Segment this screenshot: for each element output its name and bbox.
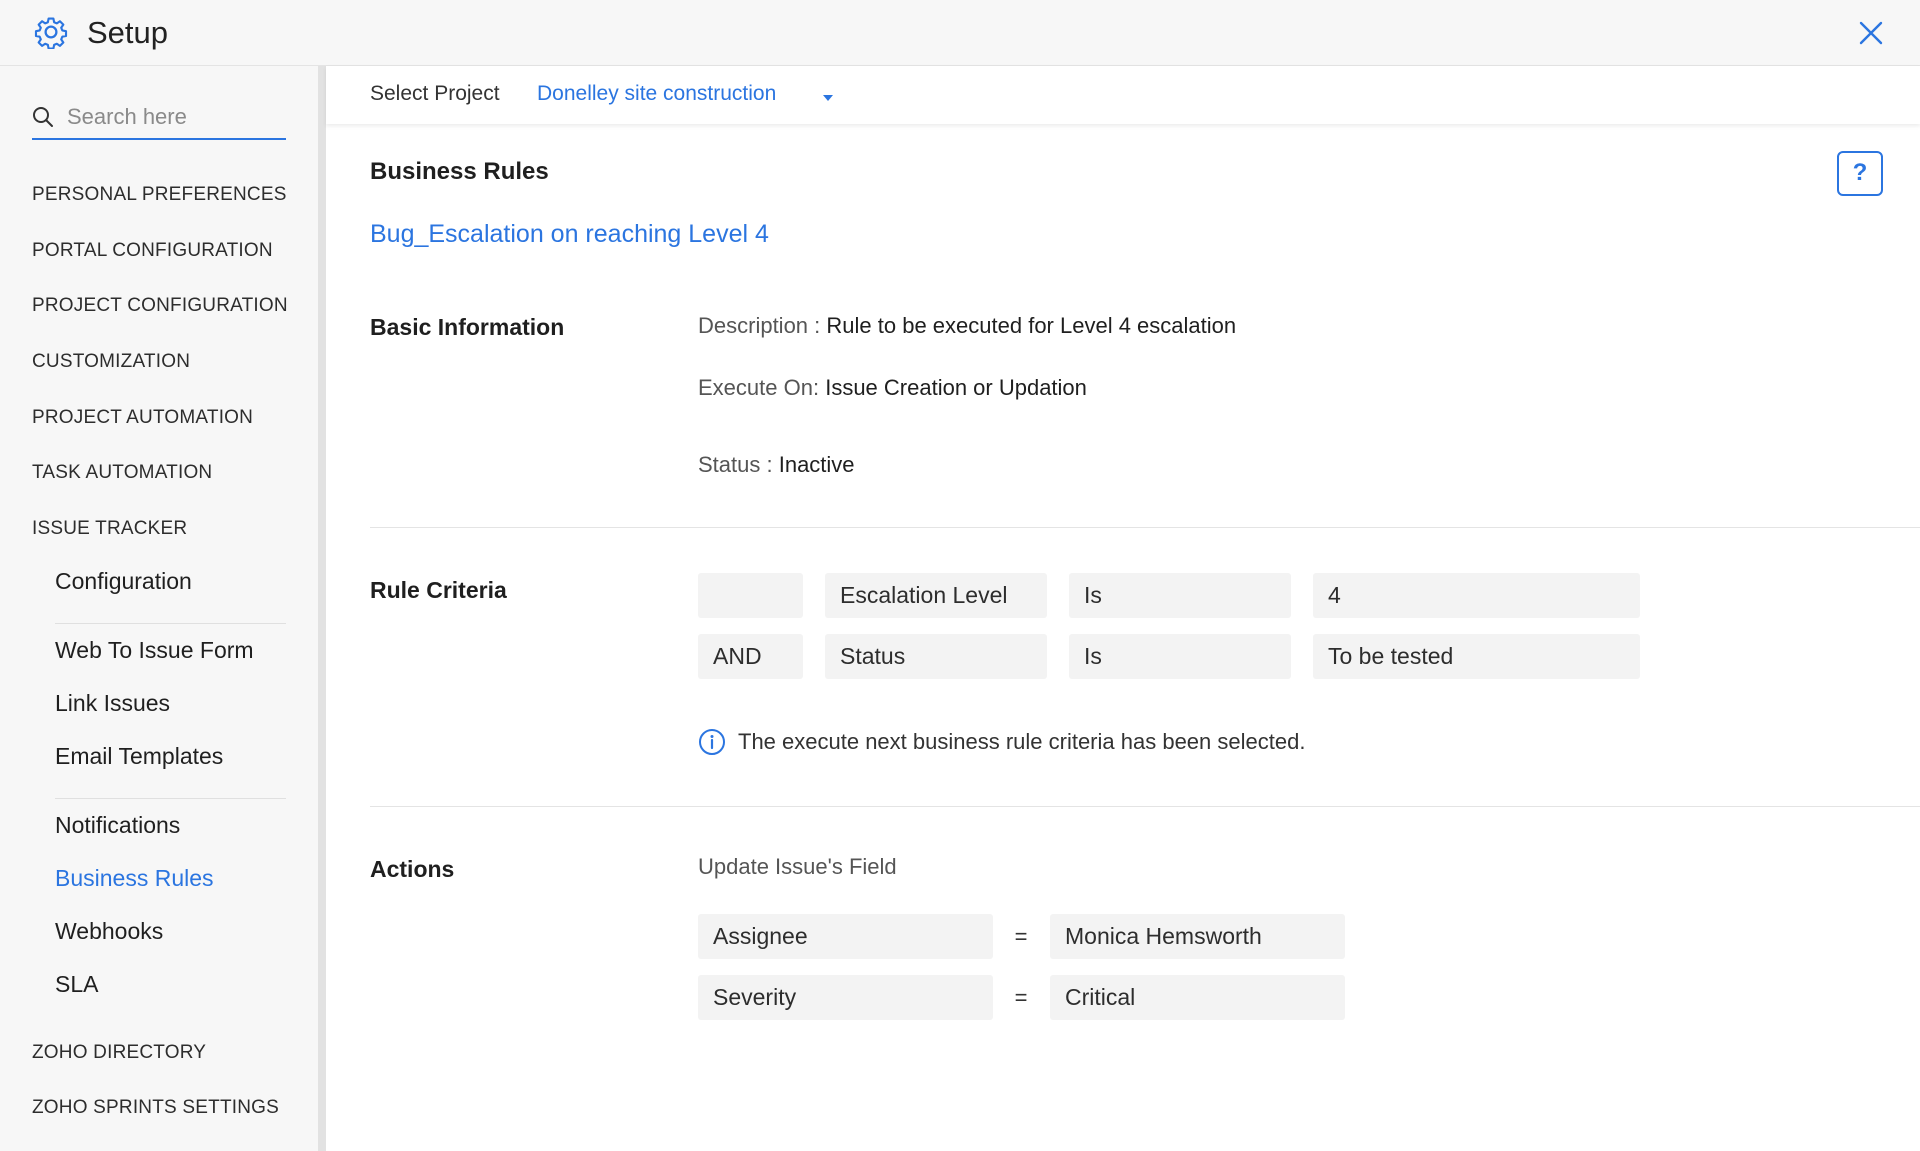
section-divider — [370, 806, 1920, 807]
sidebar-divider — [55, 798, 286, 799]
criteria-info-text: The execute next business rule criteria … — [738, 729, 1306, 754]
sidebar-section-issue-tracker[interactable]: ISSUE TRACKER — [32, 518, 187, 540]
search-box[interactable] — [32, 96, 286, 140]
close-icon[interactable] — [1854, 16, 1888, 50]
equals-sign: = — [1014, 985, 1028, 1010]
action-value: Critical — [1050, 975, 1345, 1020]
criteria-condition: Is — [1069, 634, 1291, 679]
basic-information-label: Basic Information — [370, 314, 565, 340]
equals-sign: = — [1014, 924, 1028, 949]
rule-criteria-label: Rule Criteria — [370, 577, 507, 603]
criteria-condition: Is — [1069, 573, 1291, 618]
sidebar-divider — [55, 623, 286, 624]
sidebar-item-web-to-issue-form[interactable]: Web To Issue Form — [55, 637, 254, 664]
rule-name-link[interactable]: Bug_Escalation on reaching Level 4 — [370, 220, 769, 249]
top-bar: Setup — [0, 0, 1920, 66]
search-icon — [33, 107, 53, 127]
description-label: Description : — [698, 313, 821, 338]
action-field: Severity — [698, 975, 993, 1020]
sidebar-item-configuration[interactable]: Configuration — [55, 568, 192, 595]
help-button[interactable]: ? — [1837, 151, 1883, 196]
sidebar-section-task-automation[interactable]: TASK AUTOMATION — [32, 462, 212, 484]
criteria-field: Escalation Level — [825, 573, 1047, 618]
description-value: Rule to be executed for Level 4 escalati… — [826, 313, 1237, 338]
sidebar-section-customization[interactable]: CUSTOMIZATION — [32, 351, 190, 373]
criteria-field: Status — [825, 634, 1047, 679]
sidebar-section-project-configuration[interactable]: PROJECT CONFIGURATION — [32, 295, 288, 317]
sidebar: PERSONAL PREFERENCES PORTAL CONFIGURATIO… — [0, 66, 318, 1151]
criteria-value: To be tested — [1313, 634, 1640, 679]
search-input[interactable] — [65, 100, 280, 134]
sidebar-section-personal-preferences[interactable]: PERSONAL PREFERENCES — [32, 184, 287, 206]
sidebar-section-portal-configuration[interactable]: PORTAL CONFIGURATION — [32, 240, 273, 262]
criteria-operator — [698, 573, 803, 618]
page-title: Business Rules — [370, 158, 549, 185]
select-project-label: Select Project — [370, 82, 500, 105]
sidebar-item-webhooks[interactable]: Webhooks — [55, 918, 163, 945]
sidebar-item-notifications[interactable]: Notifications — [55, 812, 180, 839]
project-dropdown[interactable]: Donelley site construction — [537, 82, 776, 106]
status-line: Status : Inactive — [698, 452, 855, 478]
actions-title: Update Issue's Field — [698, 854, 897, 879]
action-field: Assignee — [698, 914, 993, 959]
description-line: Description : Rule to be executed for Le… — [698, 313, 1236, 339]
criteria-operator: AND — [698, 634, 803, 679]
criteria-value: 4 — [1313, 573, 1640, 618]
sidebar-section-project-automation[interactable]: PROJECT AUTOMATION — [32, 407, 253, 429]
sidebar-section-zoho-directory[interactable]: ZOHO DIRECTORY — [32, 1042, 206, 1064]
chevron-down-icon[interactable] — [821, 93, 835, 103]
info-icon — [699, 729, 725, 755]
sidebar-item-business-rules[interactable]: Business Rules — [55, 865, 214, 892]
sidebar-item-link-issues[interactable]: Link Issues — [55, 690, 170, 717]
section-divider — [370, 527, 1920, 528]
gear-icon — [34, 17, 68, 49]
sidebar-section-zoho-sprints-settings[interactable]: ZOHO SPRINTS SETTINGS — [32, 1097, 279, 1119]
sidebar-scrollbar[interactable] — [318, 66, 326, 1151]
status-label: Status : — [698, 452, 773, 477]
page-header-title: Setup — [87, 15, 169, 50]
sidebar-item-sla[interactable]: SLA — [55, 971, 98, 998]
action-value: Monica Hemsworth — [1050, 914, 1345, 959]
sidebar-item-email-templates[interactable]: Email Templates — [55, 743, 223, 770]
actions-label: Actions — [370, 856, 455, 882]
execute-on-line: Execute On: Issue Creation or Updation — [698, 375, 1087, 401]
status-value: Inactive — [778, 452, 855, 477]
execute-on-label: Execute On: — [698, 375, 820, 400]
execute-on-value: Issue Creation or Updation — [825, 375, 1087, 400]
project-selector-bar: Select Project Donelley site constructio… — [326, 66, 1920, 124]
